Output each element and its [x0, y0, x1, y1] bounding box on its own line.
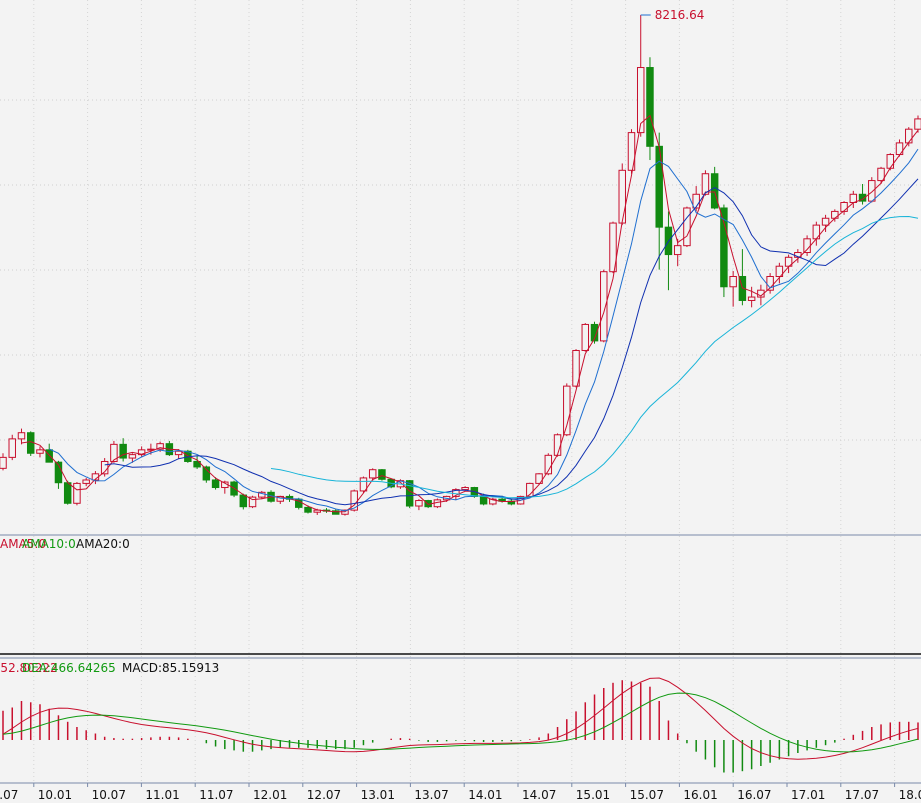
candle-body: [479, 495, 488, 505]
candle-body: [563, 385, 571, 436]
candle-body: [646, 67, 654, 147]
candle-body: [600, 271, 608, 342]
candle-body: [729, 275, 737, 288]
candle-body: [655, 145, 663, 228]
candle-body: [821, 217, 830, 226]
x-tick-label: 17.07: [845, 788, 879, 802]
macd-lines: [2, 677, 919, 760]
candle-body: [618, 169, 626, 224]
ama20-label: AMA20:0: [76, 537, 130, 551]
candle-body: [73, 482, 81, 504]
moving-average-lines: [21, 114, 919, 513]
x-tick-label: 15.01: [576, 788, 610, 802]
ama10-label: AMA10:0: [22, 537, 76, 551]
candle-body: [211, 479, 220, 489]
high-label: 8216.64: [655, 8, 705, 22]
candle-body: [581, 323, 590, 351]
dea-line: [2, 692, 919, 753]
macd-legend: DIF:552.80222 DEA:466.64265 MACD:85.1591…: [0, 661, 219, 675]
candle-body: [0, 456, 7, 469]
candle-body: [239, 494, 248, 508]
x-tick-label: 15.07: [630, 788, 664, 802]
macd-label: MACD:85.15913: [122, 661, 219, 675]
x-axis-ticks: 10.07 10.01 10.07 11.01 11.07 12.01 12.07 13.01…: [0, 783, 921, 802]
candle-body: [803, 238, 811, 254]
x-tick-label: 10.01: [38, 788, 72, 802]
candle-body: [886, 154, 895, 169]
candle-body: [45, 449, 53, 463]
x-tick-label: 12.01: [253, 788, 287, 802]
dea-label: DEA:466.64265: [22, 661, 116, 675]
high-marker: 8216.64: [640, 8, 705, 22]
candle-body: [304, 506, 312, 513]
candle-body: [831, 210, 839, 219]
candle-body: [553, 434, 562, 456]
x-tick-label: 17.01: [791, 788, 825, 802]
candle-body: [368, 469, 377, 479]
ma60-line: [270, 215, 919, 499]
candle-body: [36, 449, 44, 454]
x-tick-label: 18.0: [899, 788, 921, 802]
candle-body: [8, 438, 16, 458]
x-tick-label: 11.01: [145, 788, 179, 802]
candle-body: [905, 128, 913, 144]
candles: [0, 15, 921, 516]
ma5-line: [21, 114, 919, 513]
x-tick-label: 10.07: [92, 788, 126, 802]
candle-body: [378, 469, 386, 480]
macd-histogram: [2, 680, 919, 773]
candle-body: [710, 173, 719, 209]
candle-body: [914, 118, 921, 130]
candle-body: [747, 296, 756, 301]
candle-body: [415, 500, 423, 507]
candle-body: [683, 207, 691, 247]
ma10-line: [48, 148, 919, 512]
ama-legend: AMA5:0 AMA10:0 AMA20:0: [0, 537, 130, 551]
x-tick-label: 13.07: [414, 788, 448, 802]
candle-body: [82, 479, 90, 484]
candle-body: [849, 193, 858, 203]
x-tick-label: 11.07: [199, 788, 233, 802]
x-tick-label: 13.01: [361, 788, 395, 802]
candle-body: [840, 201, 848, 212]
candle-body: [63, 482, 72, 504]
candle-body: [128, 454, 137, 459]
candle-body: [17, 432, 26, 440]
x-tick-label: 10.07: [0, 788, 18, 802]
x-tick-label: 14.07: [522, 788, 556, 802]
x-tick-label: 16.01: [683, 788, 717, 802]
candle-body: [461, 487, 469, 491]
x-tick-label: 14.01: [468, 788, 502, 802]
ma20-line: [104, 178, 919, 506]
x-tick-label: 16.07: [737, 788, 771, 802]
stock-chart: 8216.64 AMA5:0 AMA10:0 AMA20:0 DIF:552.8…: [0, 0, 921, 802]
candle-body: [868, 180, 876, 202]
x-tick-label: 12.07: [307, 788, 341, 802]
candle-body: [673, 245, 682, 256]
